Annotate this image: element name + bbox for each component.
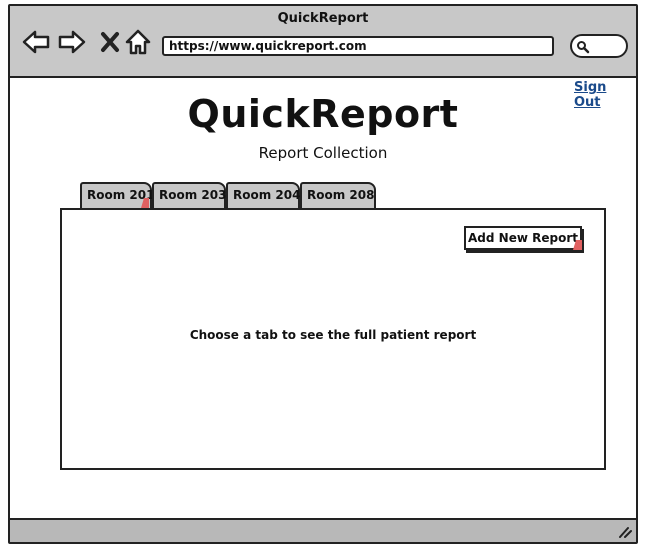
home-icon[interactable] xyxy=(124,28,152,56)
tab-room-201[interactable]: Room 201 xyxy=(80,182,154,208)
close-x-icon[interactable] xyxy=(96,28,124,56)
add-new-report-button[interactable]: Add New Report xyxy=(464,226,582,250)
app-title: QuickReport xyxy=(187,92,459,136)
add-button-label: Add New Report xyxy=(468,231,578,245)
status-bar xyxy=(10,518,636,542)
browser-titlebar: QuickReport https://www.quickreport.com xyxy=(10,6,636,78)
resize-grip-icon[interactable] xyxy=(618,526,632,538)
url-input[interactable]: https://www.quickreport.com xyxy=(162,36,554,56)
button-marker-icon xyxy=(573,240,582,250)
tab-room-203[interactable]: Room 203 xyxy=(152,182,226,208)
forward-arrow-icon[interactable] xyxy=(58,28,86,56)
back-arrow-icon[interactable] xyxy=(22,28,50,56)
search-icon xyxy=(577,41,590,54)
window-title: QuickReport xyxy=(277,11,369,26)
page-subtitle: Report Collection xyxy=(258,144,388,162)
empty-state-message: Choose a tab to see the full patient rep… xyxy=(189,328,477,342)
tab-room-208[interactable]: Room 208 xyxy=(300,182,376,208)
search-box[interactable] xyxy=(570,34,628,58)
tab-content-panel: Add New Report Choose a tab to see the f… xyxy=(60,208,606,470)
tab-room-204[interactable]: Room 204 xyxy=(226,182,300,208)
selected-marker-icon xyxy=(141,198,149,208)
tab-label: Room 204 xyxy=(233,188,301,202)
tab-label: Room 208 xyxy=(307,188,375,202)
browser-window: QuickReport https://www.quickreport.com … xyxy=(8,4,638,544)
tab-label: Room 203 xyxy=(159,188,227,202)
